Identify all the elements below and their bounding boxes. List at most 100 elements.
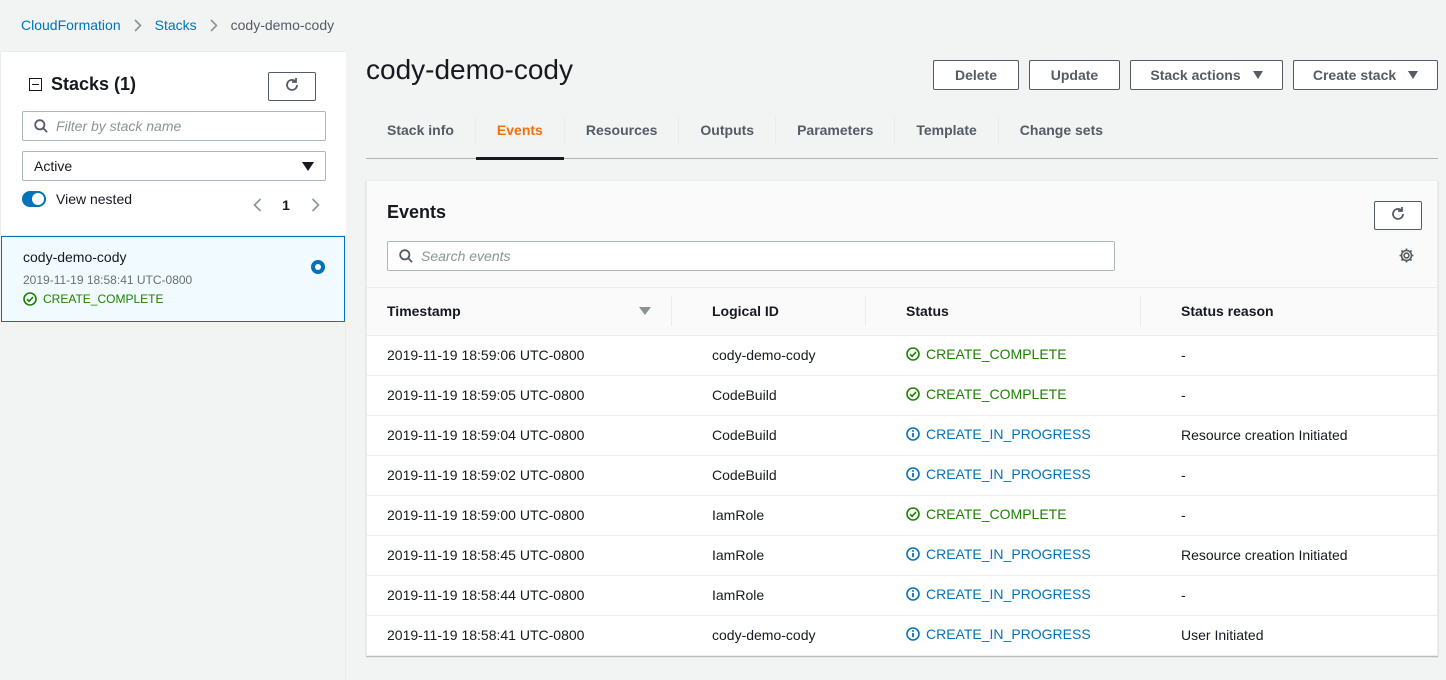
event-status-text: CREATE_IN_PROGRESS — [926, 626, 1091, 643]
event-logical-id: IamRole — [692, 575, 886, 616]
breadcrumb-cloudformation[interactable]: CloudFormation — [21, 17, 121, 33]
stacks-count: (1) — [114, 74, 137, 94]
column-status[interactable]: Status — [886, 288, 1161, 336]
collapse-icon[interactable] — [29, 78, 42, 91]
update-button-label: Update — [1050, 67, 1099, 83]
next-page-button[interactable] — [306, 195, 324, 215]
check-circle-icon — [23, 292, 37, 306]
stack-actions-button[interactable]: Stack actions — [1130, 60, 1283, 90]
event-timestamp: 2019-11-19 18:59:05 UTC-0800 — [367, 375, 692, 416]
stacks-pagination: 1 — [248, 195, 324, 215]
event-status-reason: Resource creation Initiated — [1161, 415, 1437, 456]
event-logical-id: cody-demo-cody — [712, 627, 816, 644]
status-filter-select[interactable]: Active — [22, 151, 326, 181]
event-status-text: CREATE_COMPLETE — [926, 346, 1067, 362]
update-button[interactable]: Update — [1029, 60, 1120, 90]
info-circle-icon — [906, 627, 920, 642]
event-status: CREATE_IN_PROGRESS — [886, 575, 1161, 616]
table-row: 2019-11-19 18:59:04 UTC-0800 CodeBuild CRE… — [367, 415, 1437, 456]
event-status-label: CREATE_IN_PROGRESS — [906, 626, 1091, 642]
stack-filter-input[interactable] — [56, 118, 325, 134]
table-row: 2019-11-19 18:58:41 UTC-0800 cody-demo-co… — [367, 615, 1437, 655]
view-nested-toggle[interactable] — [22, 191, 46, 207]
events-refresh-button[interactable] — [1374, 201, 1422, 230]
caret-down-icon — [1408, 71, 1419, 79]
check-circle-icon — [906, 507, 920, 521]
stack-name: cody-demo-cody — [23, 249, 127, 265]
event-timestamp: 2019-11-19 18:59:02 UTC-0800 — [367, 455, 692, 496]
info-circle-icon — [906, 547, 920, 561]
event-logical-id: CodeBuild — [692, 375, 886, 416]
event-status-text: CREATE_IN_PROGRESS — [926, 426, 1091, 442]
tab-parameters[interactable]: Parameters — [776, 102, 894, 159]
create-stack-button[interactable]: Create stack — [1293, 60, 1438, 90]
events-search-input[interactable] — [421, 248, 1114, 264]
table-row: 2019-11-19 18:58:44 UTC-0800 IamRole CREAT… — [367, 575, 1437, 616]
stacks-title-text: Stacks — [51, 74, 110, 94]
event-status: CREATE_IN_PROGRESS — [886, 535, 1161, 576]
column-status-reason[interactable]: Status reason — [1161, 288, 1437, 336]
search-icon — [34, 119, 48, 133]
event-status-text: CREATE_COMPLETE — [926, 386, 1067, 402]
stack-actions-label: Stack actions — [1150, 67, 1241, 83]
event-timestamp: 2019-11-19 18:58:41 UTC-0800 — [387, 627, 585, 644]
tab-resources[interactable]: Resources — [565, 102, 679, 159]
event-status-reason: - — [1161, 575, 1437, 616]
event-status-label: CREATE_COMPLETE — [906, 386, 1067, 402]
tab-stack-info[interactable]: Stack info — [366, 102, 475, 159]
stack-select-radio[interactable] — [311, 260, 325, 274]
column-timestamp[interactable]: Timestamp — [367, 288, 692, 336]
column-status-label: Status — [906, 303, 949, 320]
events-table-body: 2019-11-19 18:59:06 UTC-0800 cody-demo-co… — [367, 335, 1437, 655]
event-status-text: CREATE_IN_PROGRESS — [926, 586, 1091, 602]
event-status-reason: - — [1161, 375, 1437, 416]
event-status-reason: - — [1161, 495, 1437, 536]
current-page[interactable]: 1 — [266, 197, 306, 213]
column-logical-id[interactable]: Logical ID — [692, 288, 886, 336]
event-timestamp: 2019-11-19 18:59:00 UTC-0800 — [367, 495, 692, 536]
column-status-reason-label: Status reason — [1181, 303, 1274, 320]
event-logical-id: CodeBuild — [692, 415, 886, 456]
event-logical-id: IamRole — [692, 495, 886, 536]
event-timestamp: 2019-11-19 18:59:04 UTC-0800 — [367, 415, 692, 456]
table-row: 2019-11-19 18:59:00 UTC-0800 IamRole CREAT… — [367, 495, 1437, 536]
events-table: Timestamp Logical ID Status Status reaso… — [367, 288, 1437, 655]
event-status-label: CREATE_IN_PROGRESS — [906, 546, 1091, 562]
event-status: CREATE_COMPLETE — [886, 335, 1161, 376]
stack-list-item[interactable]: cody-demo-cody 2019-11-19 18:58:41 UTC-0… — [1, 236, 345, 322]
view-nested-row: View nested — [22, 191, 132, 207]
gear-icon[interactable] — [1398, 247, 1415, 264]
breadcrumb-stacks[interactable]: Stacks — [155, 17, 197, 33]
stack-status-text: CREATE_COMPLETE — [43, 292, 164, 306]
events-table-header: Timestamp Logical ID Status Status reaso… — [367, 288, 1437, 336]
column-logical-id-label: Logical ID — [712, 303, 779, 320]
tab-change-sets[interactable]: Change sets — [999, 102, 1124, 159]
search-icon — [399, 249, 413, 263]
check-circle-icon — [906, 387, 920, 401]
event-status-label: CREATE_COMPLETE — [906, 506, 1067, 522]
info-circle-icon — [906, 587, 920, 601]
status-filter-value: Active — [34, 158, 73, 174]
view-nested-label: View nested — [56, 191, 133, 207]
event-status-text: CREATE_IN_PROGRESS — [926, 466, 1091, 482]
info-circle-icon — [906, 427, 920, 441]
page-title: cody-demo-cody — [366, 54, 573, 85]
refresh-icon — [284, 77, 300, 96]
check-circle-icon — [906, 347, 920, 361]
table-row: 2019-11-19 18:59:06 UTC-0800 cody-demo-co… — [367, 335, 1437, 376]
info-circle-icon — [906, 467, 920, 481]
tab-template[interactable]: Template — [895, 102, 997, 159]
event-status: CREATE_IN_PROGRESS — [886, 615, 1161, 655]
caret-down-icon — [302, 161, 314, 171]
stacks-sidebar: Stacks (1) Active View nested 1 cody-dem… — [0, 51, 346, 680]
prev-page-button[interactable] — [248, 195, 266, 215]
table-row: 2019-11-19 18:59:02 UTC-0800 CodeBuild CRE… — [367, 455, 1437, 496]
delete-button[interactable]: Delete — [933, 60, 1019, 90]
tab-outputs[interactable]: Outputs — [679, 102, 775, 159]
event-status-text: CREATE_COMPLETE — [926, 506, 1067, 522]
event-status: CREATE_COMPLETE — [886, 375, 1161, 416]
sort-descending-icon[interactable] — [639, 307, 651, 316]
event-logical-id: cody-demo-cody — [692, 335, 886, 376]
stacks-refresh-button[interactable] — [268, 72, 316, 101]
tab-events[interactable]: Events — [475, 102, 564, 160]
